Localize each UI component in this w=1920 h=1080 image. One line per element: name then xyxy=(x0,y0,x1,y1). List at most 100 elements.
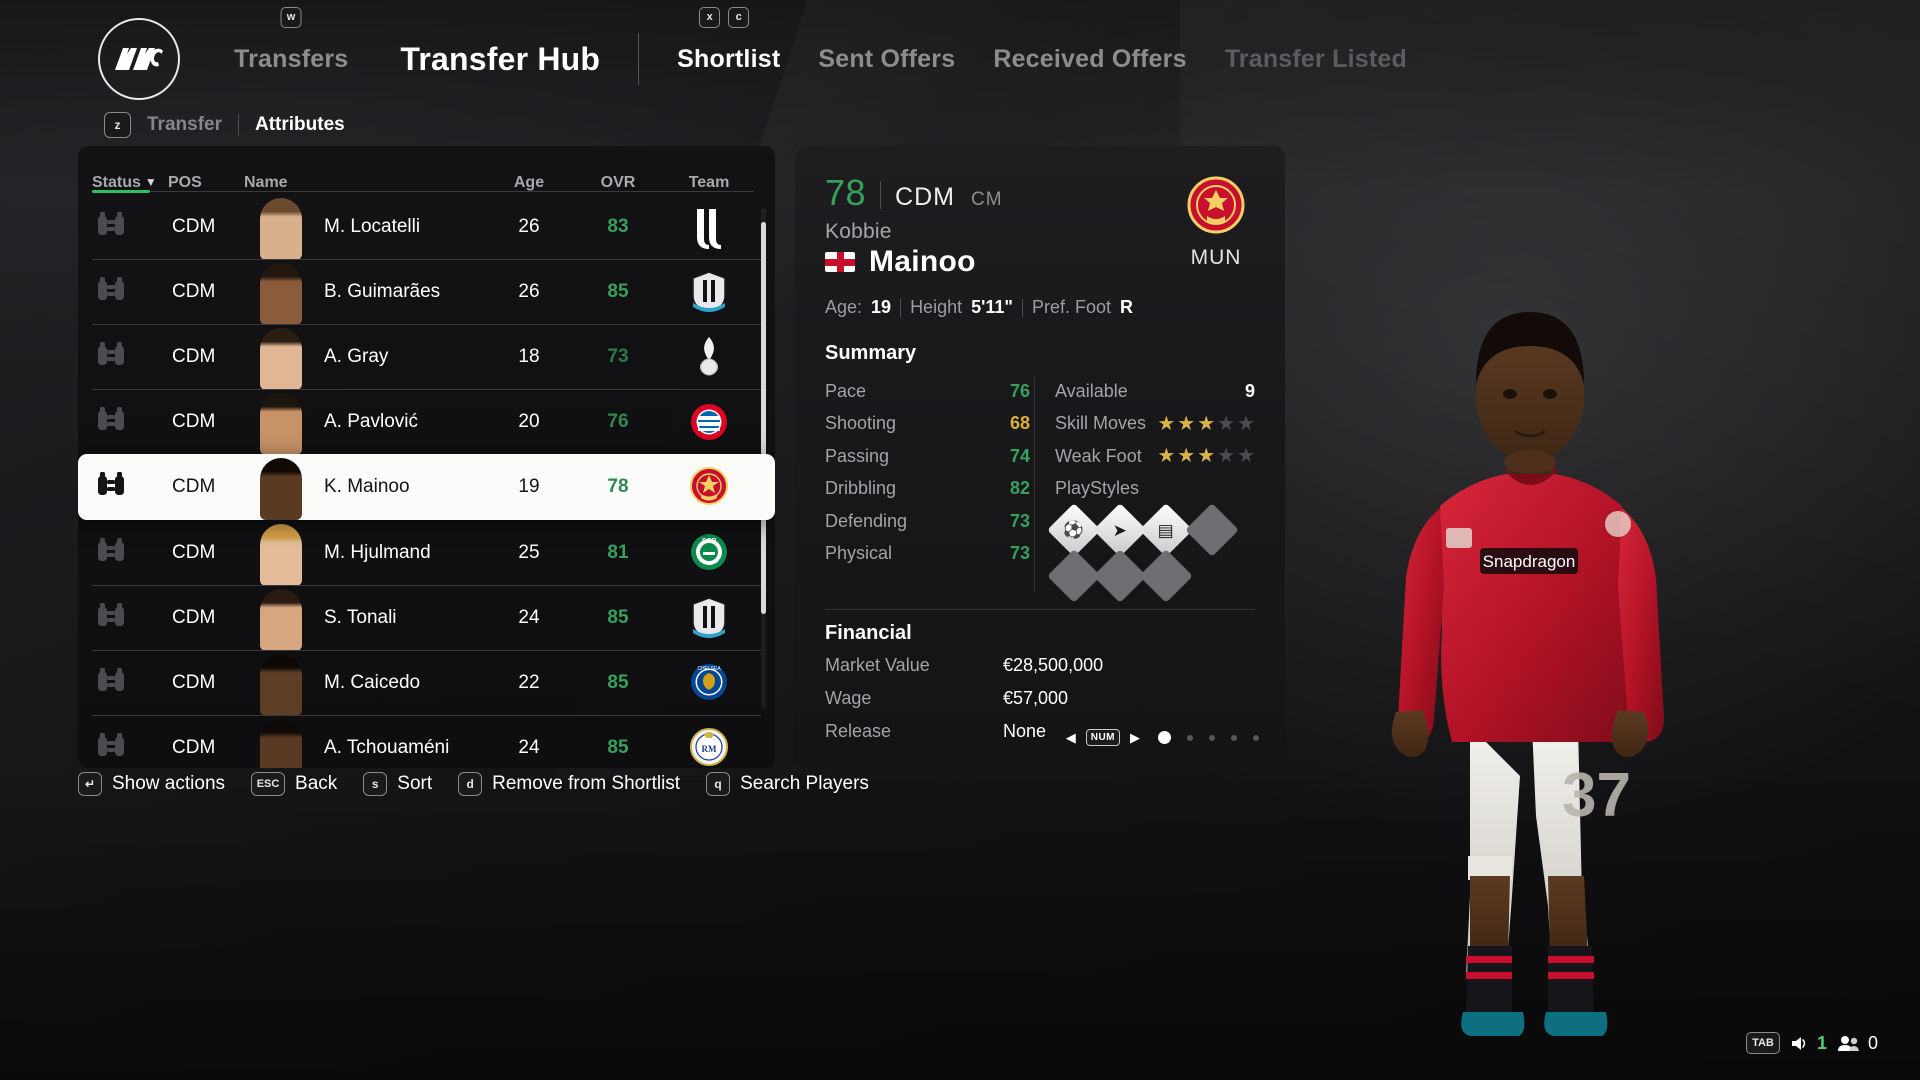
svg-text:Snapdragon: Snapdragon xyxy=(1483,552,1576,571)
row-age: 25 xyxy=(518,541,540,563)
subtab-transfer[interactable]: Transfer xyxy=(147,114,222,136)
bottom-action-bar: ↵ Show actions ESC Back s Sort d Remove fro… xyxy=(78,772,869,796)
people-icon xyxy=(1837,1035,1859,1051)
row-name-cell: A. Gray xyxy=(248,324,483,390)
playstyles-row: PlayStyles xyxy=(1055,473,1255,506)
row-overall: 78 xyxy=(607,476,629,497)
tab-shortlist[interactable]: Shortlist xyxy=(677,45,780,74)
action-remove-from-shortlist[interactable]: d Remove from Shortlist xyxy=(458,772,680,796)
table-row[interactable]: CDM K. Mainoo 19 78 xyxy=(78,454,775,520)
action-back[interactable]: ESC Back xyxy=(251,772,337,796)
table-row[interactable]: CDM S. Tonali 24 85 xyxy=(92,585,761,651)
page-title-label: Transfer Hub xyxy=(400,40,601,77)
detail-pager[interactable]: ◀ NUM ▶ xyxy=(1066,729,1259,746)
weak-foot-row: Weak Foot ★ ★ ★ ★ ★ xyxy=(1055,440,1255,473)
bio-foot-value: R xyxy=(1119,297,1133,317)
pager-dot[interactable] xyxy=(1253,734,1259,741)
binoculars-icon xyxy=(96,602,126,634)
binoculars-icon xyxy=(96,406,126,438)
pager-dot[interactable] xyxy=(1209,734,1215,741)
bio-foot-label: Pref. Foot xyxy=(1031,297,1111,317)
pager-dot[interactable] xyxy=(1231,734,1237,741)
action-show-actions[interactable]: ↵ Show actions xyxy=(78,772,225,796)
row-player-name: A. Gray xyxy=(324,345,389,367)
available-row: Available 9 xyxy=(1055,375,1255,408)
top-navigation-bar: w Transfers Transfer Hub x c Shortlist S… xyxy=(0,0,1920,118)
table-row[interactable]: CDM M. Locatelli 26 83 xyxy=(92,194,761,260)
pager-dot[interactable] xyxy=(1158,731,1171,744)
row-player-name: M. Hjulmand xyxy=(324,541,431,563)
action-key-badge: q xyxy=(706,772,731,796)
column-header-pos[interactable]: POS xyxy=(168,174,244,192)
row-status-icon-cell[interactable] xyxy=(96,406,172,438)
row-status-icon-cell[interactable] xyxy=(96,341,172,373)
table-row[interactable]: CDM M. Hjulmand 25 81 SCP xyxy=(92,520,761,586)
row-status-icon-cell[interactable] xyxy=(96,732,172,764)
star-filled-icon: ★ xyxy=(1177,412,1196,435)
table-row[interactable]: CDM B. Guimarães 26 85 xyxy=(92,259,761,325)
row-player-name: S. Tonali xyxy=(324,606,397,628)
svg-text:37: 37 xyxy=(1562,761,1631,830)
action-label: Show actions xyxy=(112,773,226,794)
row-team-crest xyxy=(661,596,757,640)
row-status-icon-cell[interactable] xyxy=(96,537,172,569)
binoculars-icon xyxy=(96,211,126,243)
financial-section-rule xyxy=(825,609,1255,610)
pager-dot[interactable] xyxy=(1187,734,1193,741)
binoculars-icon xyxy=(96,667,126,699)
star-filled-icon: ★ xyxy=(1157,412,1176,435)
row-overall: 85 xyxy=(607,606,629,628)
row-overall: 81 xyxy=(607,541,629,563)
row-player-name: M. Locatelli xyxy=(324,215,421,237)
player-portrait xyxy=(252,324,310,390)
binoculars-icon xyxy=(96,276,126,308)
player-portrait xyxy=(252,194,310,260)
row-overall: 76 xyxy=(607,410,629,432)
bio-divider-2 xyxy=(1021,298,1023,317)
star-empty-icon: ★ xyxy=(1237,412,1255,435)
player-portrait xyxy=(252,520,310,586)
row-status-icon-cell[interactable] xyxy=(96,276,172,308)
player-position: CDM xyxy=(895,183,955,211)
star-empty-icon: ★ xyxy=(1217,445,1236,468)
row-status-icon-cell[interactable] xyxy=(96,667,172,699)
action-search-players[interactable]: q Search Players xyxy=(706,772,869,796)
pager-dots[interactable] xyxy=(1158,731,1259,744)
breadcrumb-transfers[interactable]: w Transfers xyxy=(232,6,350,74)
column-header-ovr[interactable]: OVR xyxy=(575,174,661,192)
table-row[interactable]: CDM A. Pavlović 20 76 xyxy=(92,389,761,455)
row-status-icon-cell[interactable] xyxy=(96,211,172,243)
people-value: 0 xyxy=(1867,1032,1878,1053)
row-name-cell: M. Locatelli xyxy=(248,194,483,260)
row-name-cell: K. Mainoo xyxy=(248,454,483,520)
available-value: 9 xyxy=(1244,380,1255,401)
table-row[interactable]: CDM M. Caicedo 22 85 CHELSEA xyxy=(92,650,761,716)
table-row[interactable]: CDM A. Tchouaméni 24 85 RM xyxy=(92,715,761,768)
star-filled-icon: ★ xyxy=(1197,445,1216,468)
row-status-icon-cell[interactable] xyxy=(96,471,172,503)
row-status-icon-cell[interactable] xyxy=(96,602,172,634)
column-header-name[interactable]: Name xyxy=(244,174,483,192)
player-last-name: Mainoo xyxy=(869,245,976,278)
row-position: CDM xyxy=(172,410,216,432)
column-header-team[interactable]: Team xyxy=(661,174,757,192)
bio-height-label: Height xyxy=(910,297,963,317)
table-row[interactable]: CDM A. Gray 18 73 xyxy=(92,324,761,390)
binoculars-icon xyxy=(96,341,126,373)
subtab-attributes[interactable]: Attributes xyxy=(255,114,345,136)
shortlist-scrollbar-thumb[interactable] xyxy=(761,222,766,614)
tab-received-offers[interactable]: Received Offers xyxy=(993,45,1186,74)
row-age: 26 xyxy=(518,215,540,237)
action-sort[interactable]: s Sort xyxy=(363,772,432,796)
player-overall-rating: 78 xyxy=(825,172,867,213)
pager-right-arrow-icon[interactable]: ▶ xyxy=(1130,730,1140,746)
tab-sent-offers[interactable]: Sent Offers xyxy=(818,45,955,74)
row-team-crest xyxy=(661,270,757,314)
playstyle-empty-slot xyxy=(1093,549,1147,603)
pager-left-arrow-icon[interactable]: ◀ xyxy=(1066,730,1076,746)
svg-text:RM: RM xyxy=(702,744,717,754)
row-team-crest: SCP xyxy=(661,531,757,575)
bottom-right-status: TAB 1 0 xyxy=(1745,1032,1878,1054)
column-header-age[interactable]: Age xyxy=(483,174,575,192)
tab-transfer-listed[interactable]: Transfer Listed xyxy=(1225,45,1407,74)
